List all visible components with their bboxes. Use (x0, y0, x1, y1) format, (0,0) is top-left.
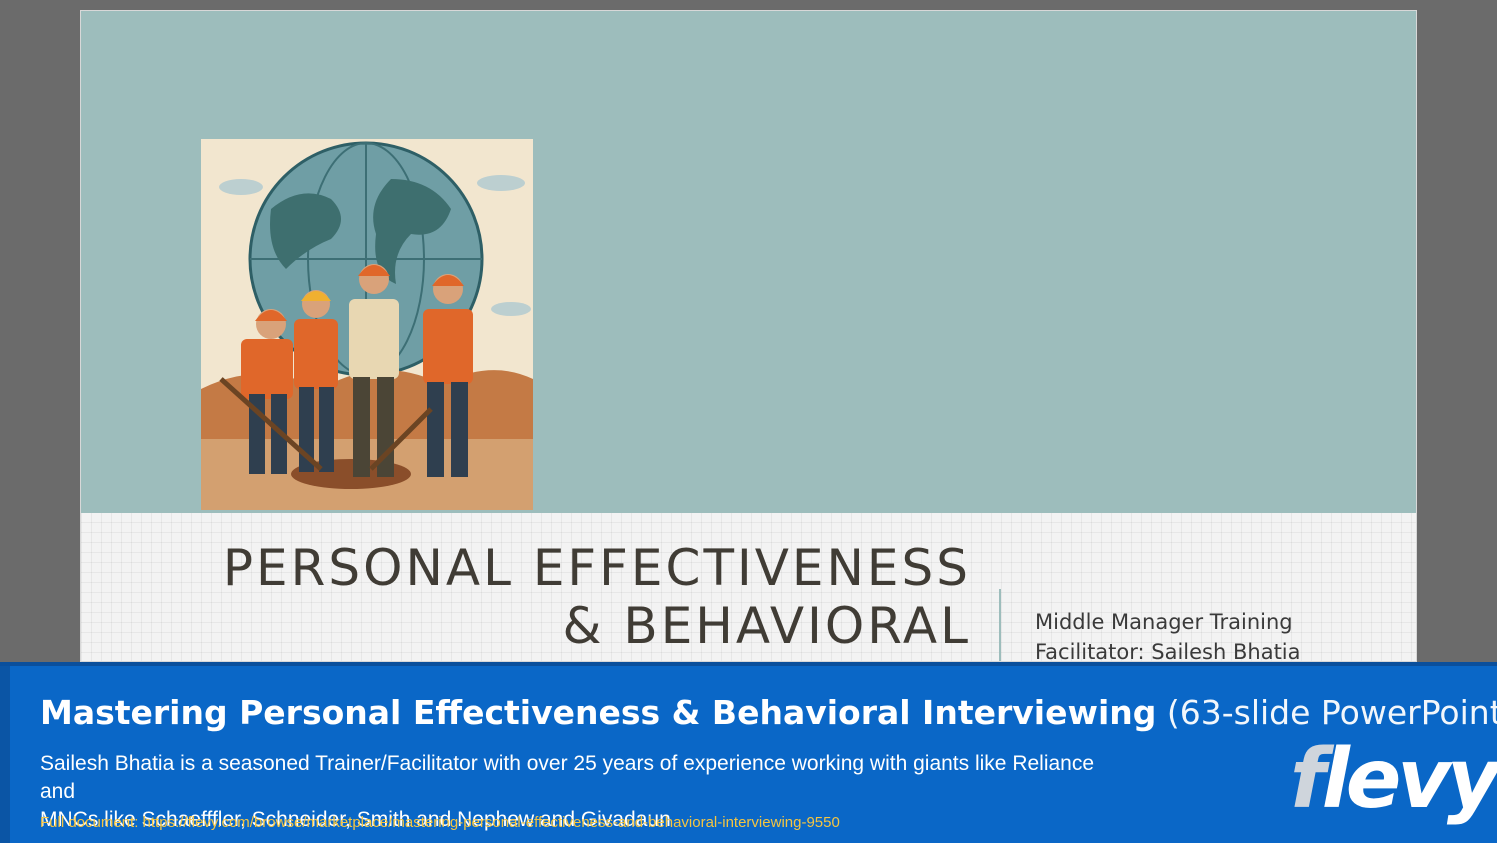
banner-edge (0, 666, 10, 843)
subtitle-line2: Facilitator: Sailesh Bhatia (1035, 640, 1301, 662)
slide-title-line1: Personal Effectiveness (222, 539, 971, 597)
document-title: Mastering Personal Effectiveness & Behav… (40, 692, 1497, 734)
document-url-link[interactable]: Full document: https://flevy.com/browse/… (40, 813, 840, 833)
document-title-main: Mastering Personal Effectiveness & Behav… (40, 693, 1157, 732)
slide-title-line2: & Behavioral (562, 597, 971, 655)
flevy-logo[interactable]: flevy (1290, 730, 1497, 830)
document-info-banner: Mastering Personal Effectiveness & Behav… (0, 662, 1497, 843)
description-line1: Sailesh Bhatia is a seasoned Trainer/Fac… (40, 752, 1095, 803)
slide-title: Personal Effectiveness & Behavioral (181, 539, 971, 655)
logo-letter-f: f (1290, 732, 1326, 827)
document-title-slide-count: (63-slide PowerPoint) (1156, 693, 1497, 732)
construction-workers-globe-illustration (201, 139, 533, 510)
slide: Personal Effectiveness & Behavioral Midd… (80, 10, 1417, 662)
title-divider (999, 589, 1001, 661)
logo-letters-rest: levy (1321, 732, 1497, 827)
slide-subtitle: Middle Manager Training Facilitator: Sai… (1035, 607, 1301, 662)
subtitle-line1: Middle Manager Training (1035, 610, 1293, 634)
